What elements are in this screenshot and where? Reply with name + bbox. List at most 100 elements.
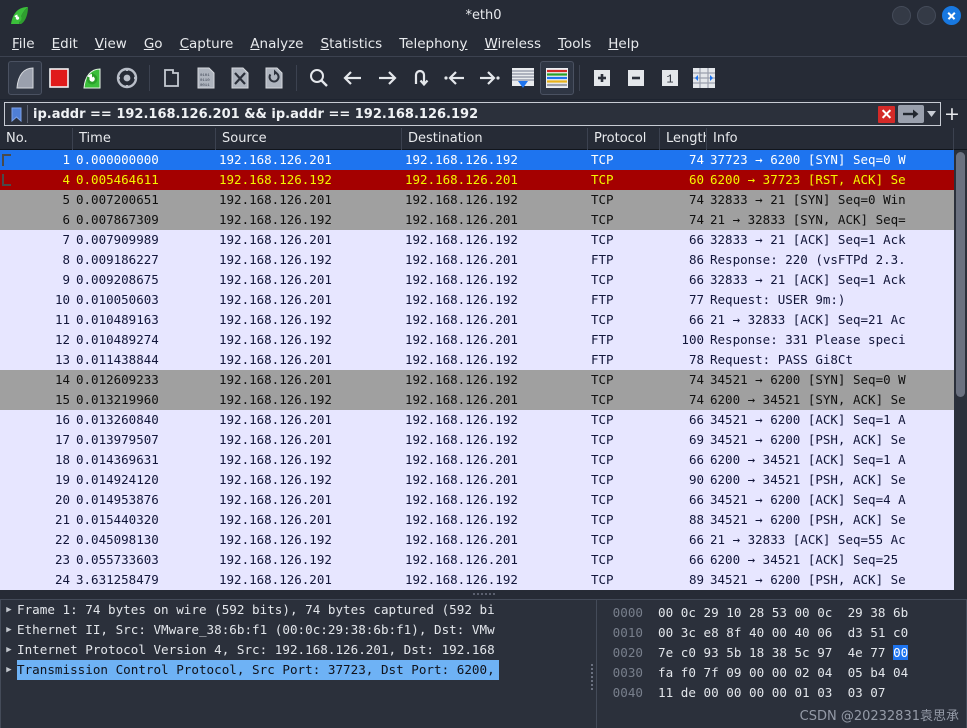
menu-edit[interactable]: Edit [52, 36, 78, 52]
table-row[interactable]: 4 0.005464611 192.168.126.192 192.168.126.2… [0, 170, 967, 190]
display-filter-input[interactable]: ip.addr == 192.168.126.201 && ip.addr ==… [4, 102, 941, 126]
stop-capture-icon[interactable] [42, 61, 76, 95]
table-row[interactable]: 10 0.010050603 192.168.126.201 192.168.126.… [0, 290, 967, 310]
go-forward-icon[interactable] [370, 61, 404, 95]
expand-triangle-icon[interactable]: ▶ [1, 620, 17, 640]
table-row[interactable]: 5 0.007200651 192.168.126.201 192.168.126.1… [0, 190, 967, 210]
table-row[interactable]: 22 0.045098130 192.168.126.192 192.168.126.… [0, 530, 967, 550]
packet-list-scrollbar[interactable] [954, 150, 967, 590]
scrollbar-thumb[interactable] [956, 152, 965, 397]
detail-pane-grip[interactable] [588, 662, 595, 700]
go-back-icon[interactable] [336, 61, 370, 95]
table-row[interactable]: 15 0.013219960 192.168.126.192 192.168.126.… [0, 390, 967, 410]
go-to-packet-icon[interactable] [404, 61, 438, 95]
table-row[interactable]: 18 0.014369631 192.168.126.192 192.168.126.… [0, 450, 967, 470]
column-header-protocol[interactable]: Protocol [588, 127, 660, 150]
menu-help[interactable]: Help [608, 36, 639, 52]
reload-file-icon[interactable] [257, 61, 291, 95]
column-header-destination[interactable]: Destination [402, 127, 588, 150]
table-row[interactable]: 16 0.013260840 192.168.126.201 192.168.126.… [0, 410, 967, 430]
column-header-info[interactable]: Info [707, 127, 954, 150]
cell-destination: 192.168.126.201 [405, 252, 518, 267]
menu-analyze[interactable]: Analyze [250, 36, 303, 52]
cell-destination: 192.168.126.201 [405, 332, 518, 347]
table-row[interactable]: 23 0.055733603 192.168.126.192 192.168.126.… [0, 550, 967, 570]
start-capture-icon[interactable] [8, 61, 42, 95]
table-row[interactable]: 20 0.014953876 192.168.126.201 192.168.126.… [0, 490, 967, 510]
protocol-tree-item[interactable]: ▶ Frame 1: 74 bytes on wire (592 bits), 7… [1, 600, 596, 620]
table-row[interactable]: 24 3.631258479 192.168.126.201 192.168.126.… [0, 570, 967, 590]
table-row[interactable]: 8 0.009186227 192.168.126.192 192.168.126.2… [0, 250, 967, 270]
cell-source: 192.168.126.201 [219, 352, 332, 367]
menu-statistics[interactable]: Statistics [320, 36, 382, 52]
cell-destination: 192.168.126.192 [405, 292, 518, 307]
capture-options-icon[interactable] [110, 61, 144, 95]
table-row[interactable]: 21 0.015440320 192.168.126.201 192.168.126.… [0, 510, 967, 530]
protocol-tree-item[interactable]: ▶ Internet Protocol Version 4, Src: 192.1… [1, 640, 596, 660]
table-row[interactable]: 14 0.012609233 192.168.126.201 192.168.126.… [0, 370, 967, 390]
cell-no: 13 [54, 352, 70, 367]
column-header-length[interactable]: Length [660, 127, 707, 150]
column-header-source[interactable]: Source [216, 127, 402, 150]
menu-capture[interactable]: Capture [180, 36, 234, 52]
hex-byte-line[interactable]: 7e c0 93 5b 18 38 5c 97 4e 77 00 [658, 643, 909, 663]
table-row[interactable]: 17 0.013979507 192.168.126.201 192.168.126.… [0, 430, 967, 450]
expand-triangle-icon[interactable]: ▶ [1, 600, 17, 620]
table-row[interactable]: 6 0.007867309 192.168.126.192 192.168.126.2… [0, 210, 967, 230]
menu-go[interactable]: Go [144, 36, 163, 52]
hex-byte-line[interactable]: 00 0c 29 10 28 53 00 0c 29 38 6b [658, 603, 908, 623]
table-row[interactable]: 13 0.011438844 192.168.126.201 192.168.126.… [0, 350, 967, 370]
expand-triangle-icon[interactable]: ▶ [1, 660, 17, 680]
cell-time: 0.014924120 [76, 472, 159, 487]
go-first-packet-icon[interactable] [438, 61, 472, 95]
display-filter-value[interactable]: ip.addr == 192.168.126.201 && ip.addr ==… [33, 107, 878, 122]
zoom-reset-icon[interactable]: 1 [653, 61, 687, 95]
table-row[interactable]: 7 0.007909989 192.168.126.201 192.168.126.1… [0, 230, 967, 250]
bookmark-icon[interactable] [7, 107, 25, 122]
table-row[interactable]: 11 0.010489163 192.168.126.192 192.168.126.… [0, 310, 967, 330]
packet-detail-pane[interactable]: ▶ Frame 1: 74 bytes on wire (592 bits), 7… [0, 599, 597, 728]
protocol-tree-item[interactable]: ▶ Ethernet II, Src: VMware_38:6b:f1 (00:0… [1, 620, 596, 640]
table-row[interactable]: 19 0.014924120 192.168.126.192 192.168.126.… [0, 470, 967, 490]
menu-view[interactable]: View [95, 36, 127, 52]
save-file-icon[interactable]: 0101 0110 0011 [189, 61, 223, 95]
hex-byte-line[interactable]: fa f0 7f 09 00 00 02 04 05 b4 04 [658, 663, 908, 683]
menu-file[interactable]: File [12, 36, 35, 52]
restart-capture-icon[interactable] [76, 61, 110, 95]
hex-selected-byte[interactable]: 00 [893, 645, 909, 660]
minimize-icon[interactable] [892, 6, 911, 25]
auto-scroll-icon[interactable] [506, 61, 540, 95]
table-row[interactable]: 9 0.009208675 192.168.126.201 192.168.126.1… [0, 270, 967, 290]
menu-tools[interactable]: Tools [558, 36, 591, 52]
hex-byte-line[interactable]: 11 de 00 00 00 00 01 03 03 07 [658, 683, 908, 703]
colorize-packets-icon[interactable] [540, 61, 574, 95]
cell-protocol: FTP [591, 352, 614, 367]
resize-columns-icon[interactable] [687, 61, 721, 95]
table-row[interactable]: 1 0.000000000 192.168.126.201 192.168.126.1… [0, 150, 967, 170]
clear-filter-icon[interactable] [878, 105, 895, 123]
protocol-tree-item[interactable]: ▶ Transmission Control Protocol, Src Port… [1, 660, 596, 680]
cell-source: 192.168.126.201 [219, 492, 332, 507]
pane-splitter[interactable] [0, 590, 967, 599]
column-header-time[interactable]: Time [73, 127, 216, 150]
expand-triangle-icon[interactable]: ▶ [1, 640, 17, 660]
close-file-icon[interactable] [223, 61, 257, 95]
chevron-down-icon[interactable] [924, 111, 938, 117]
table-row[interactable]: 12 0.010489274 192.168.126.192 192.168.126.… [0, 330, 967, 350]
zoom-out-icon[interactable] [619, 61, 653, 95]
column-header-no[interactable]: No. [0, 127, 73, 150]
packet-list-rows[interactable]: 1 0.000000000 192.168.126.201 192.168.126.1… [0, 150, 967, 590]
apply-filter-arrow-icon[interactable] [898, 105, 924, 123]
go-last-packet-icon[interactable] [472, 61, 506, 95]
open-file-icon[interactable] [155, 61, 189, 95]
close-icon[interactable] [942, 6, 961, 25]
menu-telephony[interactable]: Telephony [399, 36, 467, 52]
zoom-in-icon[interactable] [585, 61, 619, 95]
hex-byte-line[interactable]: 00 3c e8 8f 40 00 40 06 d3 51 c0 [658, 623, 908, 643]
menu-wireless[interactable]: Wireless [484, 36, 541, 52]
cell-destination: 192.168.126.192 [405, 572, 518, 587]
find-packet-icon[interactable] [302, 61, 336, 95]
maximize-icon[interactable] [917, 6, 936, 25]
cell-length: 74 [688, 152, 704, 167]
add-filter-button[interactable]: + [941, 102, 963, 126]
